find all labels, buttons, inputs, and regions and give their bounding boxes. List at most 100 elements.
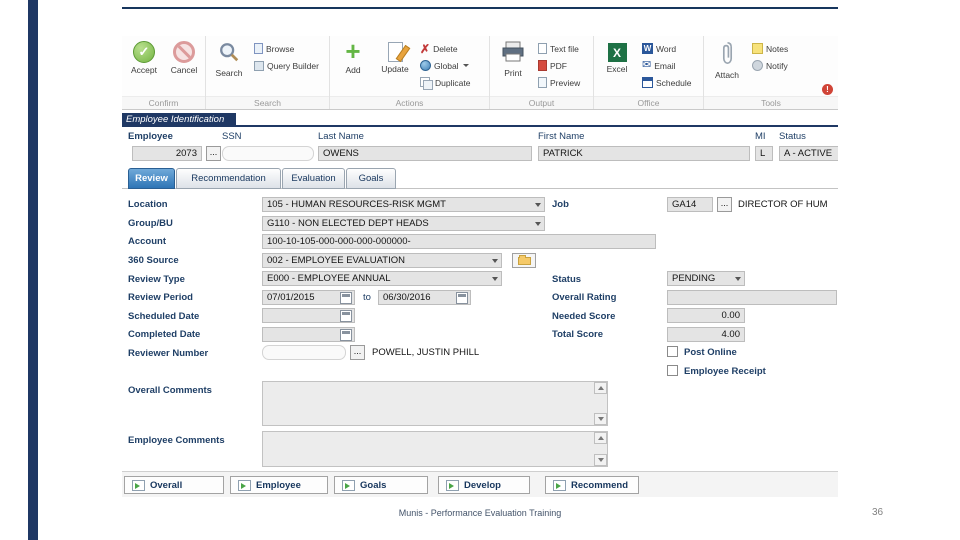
toolbar-section-office: X Excel W Word ✉ Email Schedule Office bbox=[594, 36, 704, 109]
preview-button[interactable]: Preview bbox=[534, 74, 584, 91]
notify-button[interactable]: Notify bbox=[748, 57, 792, 74]
dropdown-arrow-icon[interactable] bbox=[492, 259, 498, 263]
employee-field[interactable]: 2073 bbox=[132, 146, 202, 161]
source-folder-button[interactable] bbox=[512, 253, 536, 268]
review-period-end-field[interactable]: 06/30/2016 bbox=[378, 290, 471, 305]
text-file-button[interactable]: Text file bbox=[534, 40, 584, 57]
accept-label: Accept bbox=[131, 65, 157, 75]
recommend-button[interactable]: Recommend bbox=[545, 476, 639, 494]
form-window-icon bbox=[342, 479, 355, 491]
query-builder-button[interactable]: Query Builder bbox=[250, 57, 323, 74]
delete-button[interactable]: ✗ Delete bbox=[416, 40, 474, 57]
excel-button[interactable]: X Excel bbox=[596, 38, 638, 96]
calendar-icon[interactable] bbox=[340, 310, 352, 322]
accept-button[interactable]: ✓ Accept bbox=[124, 38, 164, 96]
toolbar-section-label-tools: Tools bbox=[704, 96, 838, 109]
add-icon: + bbox=[345, 36, 361, 66]
calendar-icon[interactable] bbox=[456, 292, 468, 304]
browse-button[interactable]: Browse bbox=[250, 40, 323, 57]
query-builder-icon bbox=[254, 60, 264, 71]
review-type-field[interactable]: E000 - EMPLOYEE ANNUAL bbox=[262, 271, 502, 286]
tab-evaluation[interactable]: Evaluation bbox=[282, 168, 345, 189]
notes-button[interactable]: Notes bbox=[748, 40, 792, 57]
search-button[interactable]: Search bbox=[208, 38, 250, 96]
overall-rating-field[interactable] bbox=[667, 290, 837, 305]
job-lookup-ellipsis-button[interactable]: ... bbox=[717, 197, 732, 212]
completed-date-field[interactable] bbox=[262, 327, 355, 342]
word-icon: W bbox=[642, 43, 653, 54]
overall-button[interactable]: Overall bbox=[124, 476, 224, 494]
toolbar-section-tools: Attach Notes Notify Tools bbox=[704, 36, 838, 109]
employee-receipt-checkbox[interactable] bbox=[667, 365, 678, 376]
employee-comments-scroll-up-button[interactable] bbox=[594, 432, 607, 444]
review-status-field[interactable]: PENDING bbox=[667, 271, 745, 286]
tab-review[interactable]: Review bbox=[128, 168, 175, 189]
word-button[interactable]: W Word bbox=[638, 40, 695, 57]
calendar-icon[interactable] bbox=[340, 292, 352, 304]
slide-caption: Munis - Performance Evaluation Training bbox=[398, 508, 562, 518]
attach-label: Attach bbox=[714, 70, 740, 80]
goals-button[interactable]: Goals bbox=[334, 476, 428, 494]
toolbar-section-label-actions: Actions bbox=[330, 96, 489, 109]
overall-comments-scroll-down-button[interactable] bbox=[594, 413, 607, 425]
search-label: Search bbox=[215, 68, 243, 78]
develop-button[interactable]: Develop bbox=[438, 476, 530, 494]
pdf-icon bbox=[538, 60, 547, 71]
window-top-border bbox=[122, 7, 838, 9]
account-field[interactable]: 100-10-105-000-000-000-000000- bbox=[262, 234, 656, 249]
mi-field[interactable]: L bbox=[755, 146, 773, 161]
calendar-icon[interactable] bbox=[340, 329, 352, 341]
review-period-start-field[interactable]: 07/01/2015 bbox=[262, 290, 355, 305]
tab-recommendation[interactable]: Recommendation bbox=[176, 168, 281, 189]
employee-lookup-ellipsis-button[interactable]: ... bbox=[206, 146, 221, 161]
cancel-icon bbox=[173, 41, 195, 63]
employee-comments-label: Employee Comments bbox=[128, 435, 225, 446]
post-online-checkbox[interactable] bbox=[667, 346, 678, 357]
employee-comments-textarea[interactable] bbox=[262, 431, 608, 467]
goals-button-label: Goals bbox=[360, 479, 387, 491]
cancel-button[interactable]: Cancel bbox=[164, 38, 204, 96]
location-field[interactable]: 105 - HUMAN RESOURCES-RISK MGMT bbox=[262, 197, 545, 212]
group-bu-field[interactable]: G110 - NON ELECTED DEPT HEADS bbox=[262, 216, 545, 231]
job-code-field[interactable]: GA14 bbox=[667, 197, 713, 212]
email-button[interactable]: ✉ Email bbox=[638, 57, 695, 74]
globe-icon bbox=[420, 60, 431, 71]
duplicate-button[interactable]: Duplicate bbox=[416, 74, 474, 91]
overall-comments-textarea[interactable] bbox=[262, 381, 608, 426]
pdf-button[interactable]: PDF bbox=[534, 57, 584, 74]
ssn-field[interactable] bbox=[222, 146, 314, 161]
toolbar-section-confirm: ✓ Accept Cancel Confirm bbox=[122, 36, 206, 109]
update-button[interactable]: Update bbox=[374, 38, 416, 96]
scheduled-date-field[interactable] bbox=[262, 308, 355, 323]
tab-goals[interactable]: Goals bbox=[346, 168, 396, 189]
dropdown-arrow-icon[interactable] bbox=[535, 203, 541, 207]
total-score-field[interactable]: 4.00 bbox=[667, 327, 745, 342]
overall-comments-scroll-up-button[interactable] bbox=[594, 382, 607, 394]
overall-rating-label: Overall Rating bbox=[552, 292, 617, 303]
employee-comments-scroll-down-button[interactable] bbox=[594, 454, 607, 466]
period-end-value: 06/30/2016 bbox=[383, 292, 431, 303]
add-button[interactable]: + Add bbox=[332, 38, 374, 96]
reviewer-lookup-ellipsis-button[interactable]: ... bbox=[350, 345, 365, 360]
print-button[interactable]: Print bbox=[492, 38, 534, 96]
first-name-field[interactable]: PATRICK bbox=[538, 146, 750, 161]
period-to-label: to bbox=[363, 292, 371, 303]
global-button[interactable]: Global bbox=[416, 57, 474, 74]
dropdown-arrow-icon[interactable] bbox=[535, 222, 541, 226]
preview-icon bbox=[538, 77, 547, 88]
folder-icon bbox=[517, 254, 531, 265]
schedule-label: Schedule bbox=[656, 77, 692, 88]
employee-button[interactable]: Employee bbox=[230, 476, 328, 494]
add-label: Add bbox=[345, 65, 361, 75]
total-score-label: Total Score bbox=[552, 329, 604, 340]
review-type-value: E000 - EMPLOYEE ANNUAL bbox=[267, 273, 391, 284]
attach-button[interactable]: Attach bbox=[706, 38, 748, 96]
schedule-button[interactable]: Schedule bbox=[638, 74, 695, 91]
dropdown-arrow-icon[interactable] bbox=[492, 277, 498, 281]
reviewer-number-field[interactable] bbox=[262, 345, 346, 360]
dropdown-arrow-icon[interactable] bbox=[735, 277, 741, 281]
last-name-field[interactable]: OWENS bbox=[318, 146, 532, 161]
employee-status-field[interactable]: A - ACTIVE bbox=[779, 146, 838, 161]
source-360-field[interactable]: 002 - EMPLOYEE EVALUATION bbox=[262, 253, 502, 268]
needed-score-field[interactable]: 0.00 bbox=[667, 308, 745, 323]
